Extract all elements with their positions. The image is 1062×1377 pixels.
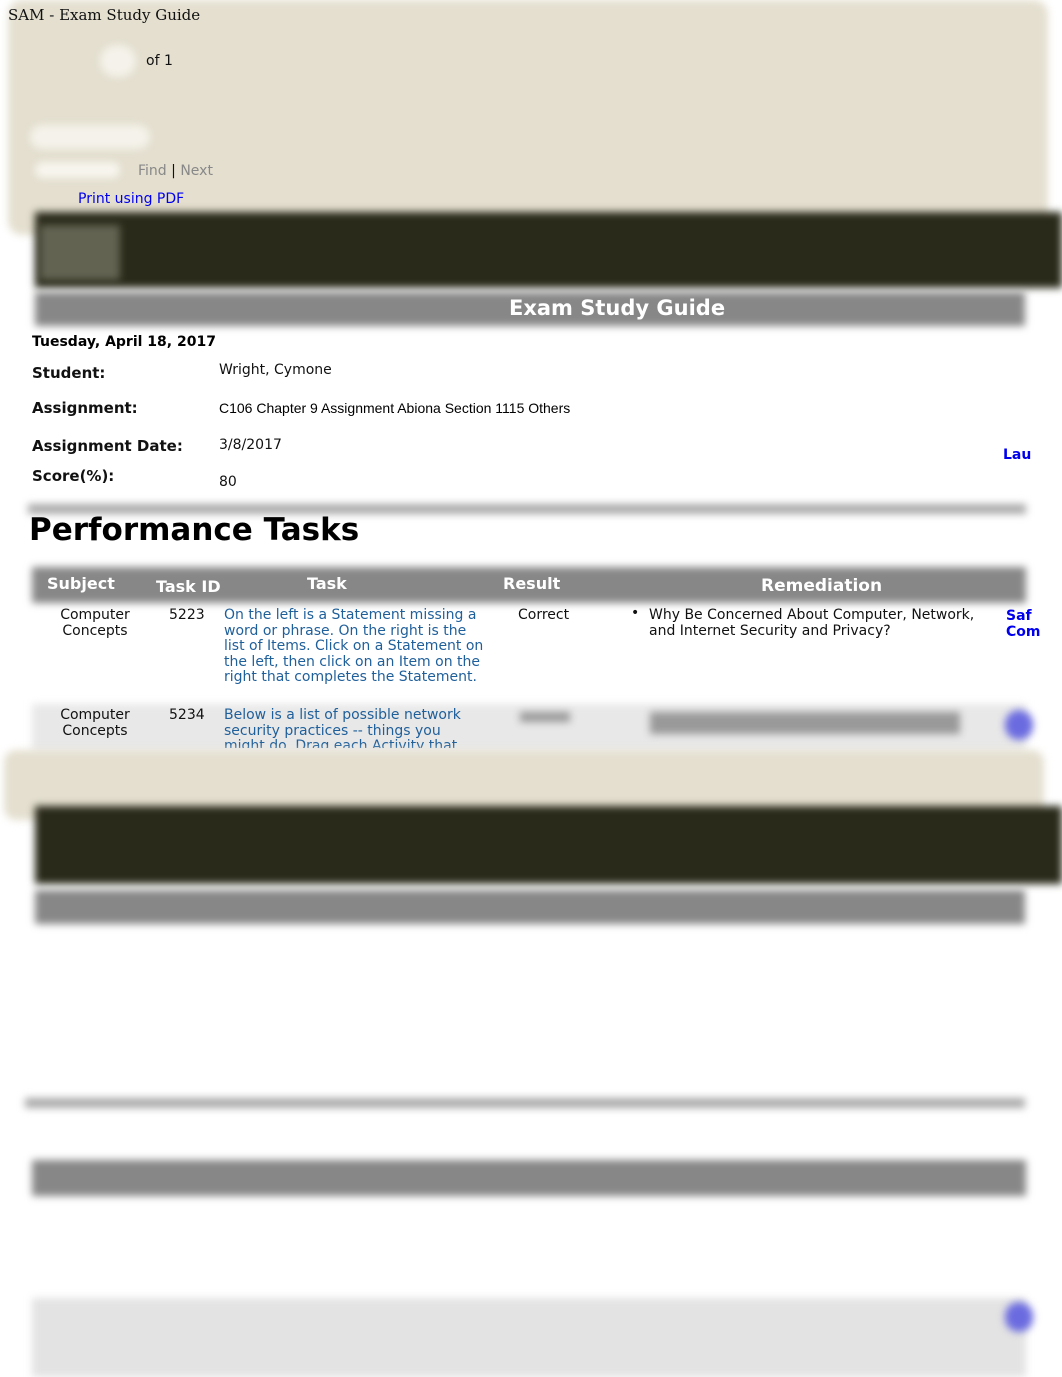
col-task-id: Task ID [156, 577, 221, 596]
assignment-label: Assignment: [32, 399, 138, 417]
assignment-date-value: 3/8/2017 [219, 437, 282, 453]
row-result [520, 712, 570, 722]
row-remediation: Why Be Concerned About Computer, Network… [649, 607, 975, 639]
student-value: Wright, Cymone [219, 362, 332, 378]
score-label: Score(%): [32, 467, 115, 485]
col-remediation: Remediation [761, 576, 883, 596]
find-link[interactable]: Find [138, 163, 167, 179]
report-date: Tuesday, April 18, 2017 [32, 334, 216, 350]
row-subject: Computer Concepts [60, 707, 130, 739]
page-count: of 1 [146, 53, 173, 69]
col-subject: Subject [47, 574, 115, 593]
col-task: Task [307, 574, 347, 593]
assignment-date-label: Assignment Date: [32, 437, 183, 455]
page-number-input[interactable] [100, 45, 136, 77]
row-task-link[interactable]: On the left is a Statement missing a wor… [224, 607, 486, 686]
assignment-value: C106 Chapter 9 Assignment Abiona Section… [219, 400, 571, 416]
print-pdf-link[interactable]: Print using PDF [78, 191, 184, 207]
search-button[interactable] [30, 125, 150, 149]
separator: | [171, 163, 176, 179]
logo [40, 225, 120, 280]
window-title: SAM - Exam Study Guide [8, 6, 201, 24]
bullet: • [631, 605, 640, 621]
student-label: Student: [32, 364, 106, 382]
ghost-table-header [32, 1160, 1026, 1196]
score-value: 80 [219, 474, 237, 490]
row-remediation [650, 712, 960, 734]
row-task-id: 5223 [169, 607, 205, 623]
remediation-link[interactable]: Saf Com [1006, 608, 1056, 640]
banner [35, 212, 1062, 288]
next-link[interactable]: Next [180, 163, 213, 179]
ghost-divider [25, 1098, 1025, 1108]
remediation-link-icon[interactable] [1005, 710, 1033, 740]
ghost-row [32, 1298, 1026, 1377]
row-subject: Computer Concepts [60, 607, 130, 639]
ghost-title-bar [35, 890, 1025, 924]
section-heading: Performance Tasks [29, 512, 360, 548]
row-result: Correct [518, 607, 570, 623]
side-link[interactable]: Lau [1003, 447, 1031, 463]
row-task-link[interactable]: Below is a list of possible network secu… [224, 708, 474, 748]
ghost-link-icon [1005, 1302, 1033, 1332]
report-title: Exam Study Guide [509, 296, 726, 320]
col-result: Result [503, 574, 561, 593]
ghost-banner [35, 806, 1062, 884]
find-input[interactable] [35, 162, 120, 178]
row-task-id: 5234 [169, 707, 205, 723]
